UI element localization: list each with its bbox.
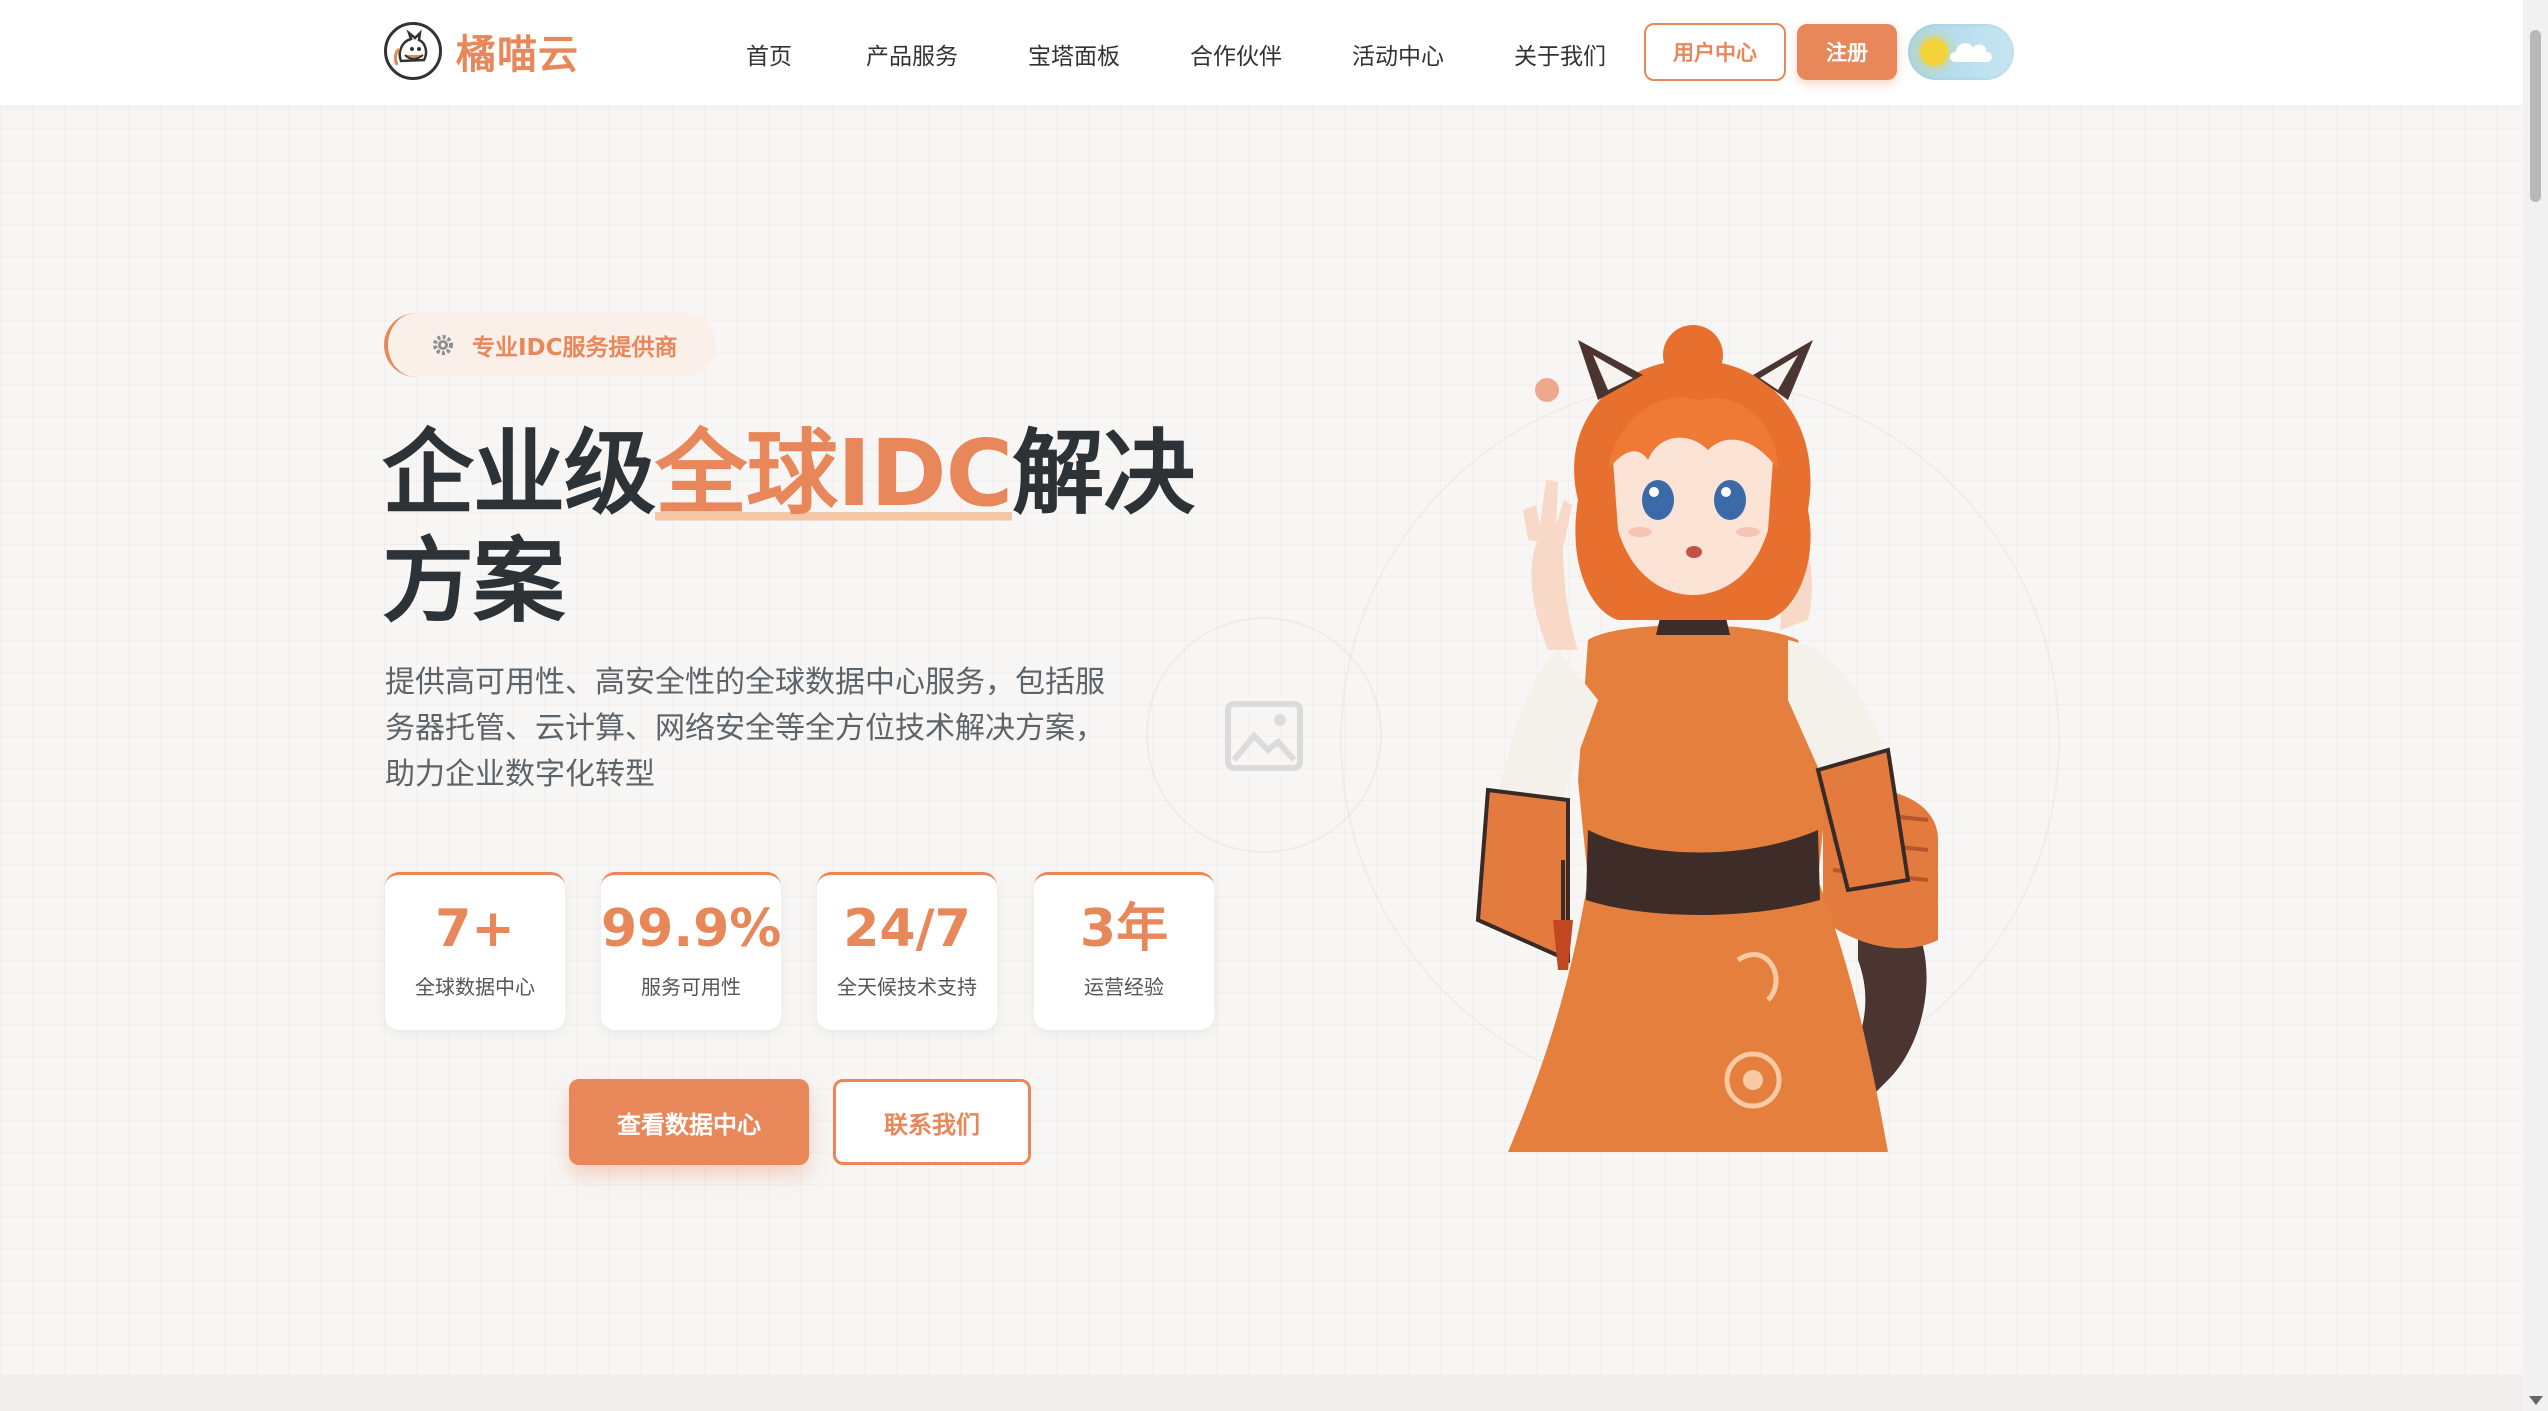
stat-value: 24/7 bbox=[843, 899, 971, 959]
view-datacenters-button[interactable]: 查看数据中心 bbox=[569, 1079, 809, 1165]
theme-toggle[interactable] bbox=[1908, 24, 2014, 80]
stat-label: 运营经验 bbox=[1084, 975, 1164, 999]
mascot-illustration bbox=[1475, 325, 1938, 1152]
image-placeholder-icon bbox=[1225, 701, 1303, 771]
stat-card-availability: 99.9% 服务可用性 bbox=[601, 872, 781, 1030]
hero-title: 企业级全球IDC解决方案 bbox=[382, 420, 1222, 636]
stat-label: 全天候技术支持 bbox=[837, 975, 977, 999]
title-part-1: 企业级 bbox=[382, 420, 656, 527]
stat-card-support: 24/7 全天候技术支持 bbox=[817, 872, 997, 1030]
nav-bt-panel[interactable]: 宝塔面板 bbox=[1028, 37, 1120, 71]
hero-badge: 专业IDC服务提供商 bbox=[384, 313, 716, 377]
stat-label: 服务可用性 bbox=[641, 975, 741, 999]
top-navbar: 橘喵云 首页 产品服务 宝塔面板 合作伙伴 活动中心 关于我们 用户中心 注册 bbox=[0, 0, 2523, 105]
cat-logo-icon bbox=[384, 22, 442, 80]
badge-label: 专业IDC服务提供商 bbox=[472, 335, 678, 361]
sun-icon bbox=[1920, 38, 1948, 66]
title-accent: 全球IDC bbox=[655, 420, 1013, 527]
stat-card-datacenters: 7+ 全球数据中心 bbox=[385, 872, 565, 1030]
nav-home[interactable]: 首页 bbox=[746, 37, 792, 71]
brand-name: 橘喵云 bbox=[456, 32, 579, 78]
brand-logo[interactable]: 橘喵云 bbox=[384, 22, 579, 80]
stat-label: 全球数据中心 bbox=[415, 975, 535, 999]
stat-value: 99.9% bbox=[601, 899, 782, 959]
scroll-down-icon[interactable] bbox=[2529, 1396, 2543, 1405]
stat-value: 7+ bbox=[435, 899, 515, 959]
nav-about[interactable]: 关于我们 bbox=[1514, 37, 1606, 71]
stat-card-experience: 3年 运营经验 bbox=[1034, 872, 1214, 1030]
scrollbar-thumb[interactable] bbox=[2530, 30, 2541, 202]
section-divider bbox=[0, 1375, 2523, 1411]
stat-value: 3年 bbox=[1079, 899, 1169, 959]
page-scrollbar[interactable] bbox=[2523, 0, 2548, 1411]
register-button[interactable]: 注册 bbox=[1797, 24, 1897, 80]
hero-description: 提供高可用性、高安全性的全球数据中心服务，包括服务器托管、云计算、网络安全等全方… bbox=[385, 665, 1105, 792]
user-center-button[interactable]: 用户中心 bbox=[1644, 23, 1786, 81]
contact-us-button[interactable]: 联系我们 bbox=[833, 1079, 1031, 1165]
cloud-icon bbox=[1950, 43, 1992, 62]
nav-products[interactable]: 产品服务 bbox=[866, 37, 958, 71]
nav-events[interactable]: 活动中心 bbox=[1352, 37, 1444, 71]
gear-icon bbox=[433, 335, 453, 355]
nav-partners[interactable]: 合作伙伴 bbox=[1190, 37, 1282, 71]
